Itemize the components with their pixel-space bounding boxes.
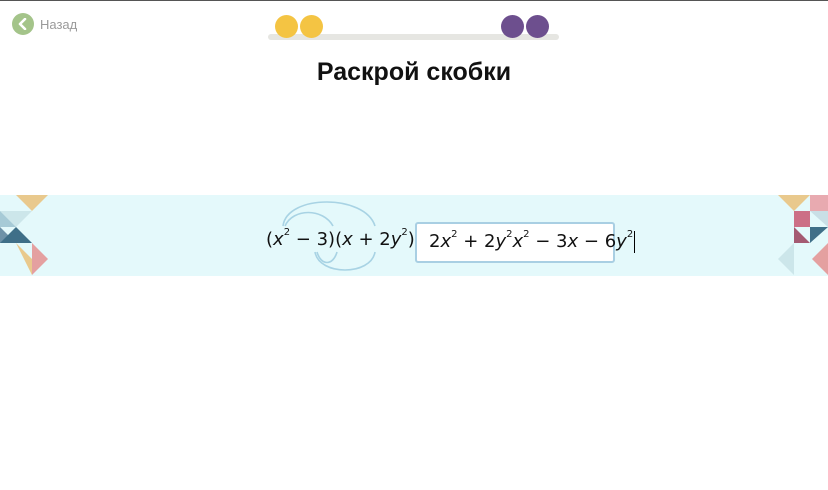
back-label: Назад: [40, 16, 78, 32]
back-button[interactable]: Назад: [12, 13, 77, 35]
task-title: Раскрой скобки: [316, 58, 512, 86]
answer-input[interactable]: 2x2 + 2y2x2 − 3x − 6y2: [415, 222, 636, 263]
progress-dot-done: [275, 15, 298, 38]
window-top-border: [0, 0, 828, 1]
progress-dot-remaining: [526, 15, 549, 38]
text-caret: [634, 231, 636, 253]
decor-triangles-right: [778, 195, 828, 275]
equation-left-side: (x2 − 3)(x + 2y2) =: [266, 227, 436, 250]
decor-triangles-left: [0, 195, 48, 275]
progress-dot-done: [300, 15, 323, 38]
progress-dot-remaining: [501, 15, 524, 38]
back-arrow-icon: [12, 13, 34, 35]
